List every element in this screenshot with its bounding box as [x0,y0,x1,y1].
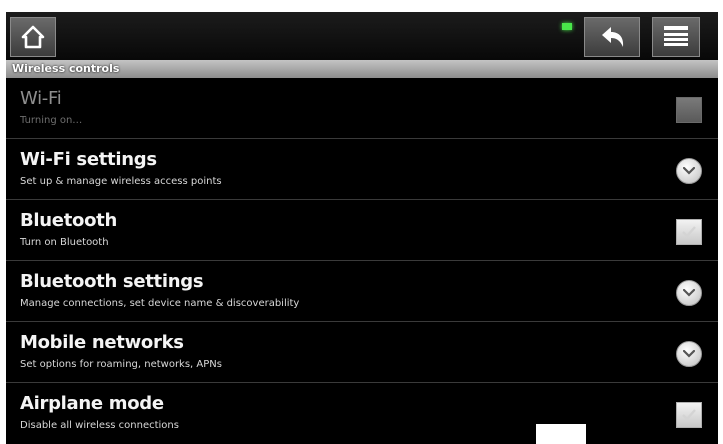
list-item-summary: Turning on… [20,115,83,126]
list-item-wifi-settings[interactable]: Wi-Fi settings Set up & manage wireless … [6,139,718,200]
airplane-mode-checkbox[interactable] [676,402,702,428]
settings-list: Wi-Fi Turning on… Wi-Fi settings Set up … [6,78,718,444]
list-item-title: Mobile networks [20,332,184,353]
list-item-title: Bluetooth [20,210,117,231]
list-item-title: Bluetooth settings [20,271,204,292]
list-item-summary: Set up & manage wireless access points [20,176,222,187]
list-item-summary: Turn on Bluetooth [20,237,109,248]
wifi-checkbox[interactable] [676,97,702,123]
list-item-summary: Disable all wireless connections [20,420,179,431]
status-indicator [562,23,572,30]
list-item-summary: Manage connections, set device name & di… [20,298,300,309]
settings-screen: Wireless controls Wi-Fi Turning on… Wi-F… [6,12,718,444]
chevron-down-icon [676,158,702,184]
back-button[interactable] [584,17,640,57]
menu-button[interactable] [652,17,700,57]
check-icon [682,409,696,421]
list-item-title: Wi-Fi settings [20,149,157,170]
chevron-down-icon [676,280,702,306]
check-icon [682,226,696,238]
bluetooth-checkbox[interactable] [676,219,702,245]
list-item-wifi[interactable]: Wi-Fi Turning on… [6,78,718,139]
list-item-bluetooth[interactable]: Bluetooth Turn on Bluetooth [6,200,718,261]
list-item-summary: Set options for roaming, networks, APNs [20,359,222,370]
home-button[interactable] [10,17,56,57]
list-item-title: Wi-Fi [20,88,62,109]
list-item-title: Airplane mode [20,393,164,414]
chevron-down-icon [676,341,702,367]
top-bar [6,12,718,60]
section-header: Wireless controls [6,60,718,78]
list-item-airplane-mode[interactable]: Airplane mode Disable all wireless conne… [6,383,718,444]
bottom-edge-tab [536,424,586,444]
list-item-mobile-networks[interactable]: Mobile networks Set options for roaming,… [6,322,718,383]
home-icon [21,25,45,49]
list-item-bluetooth-settings[interactable]: Bluetooth settings Manage connections, s… [6,261,718,322]
back-arrow-icon [602,27,624,47]
menu-list-icon [664,26,688,46]
